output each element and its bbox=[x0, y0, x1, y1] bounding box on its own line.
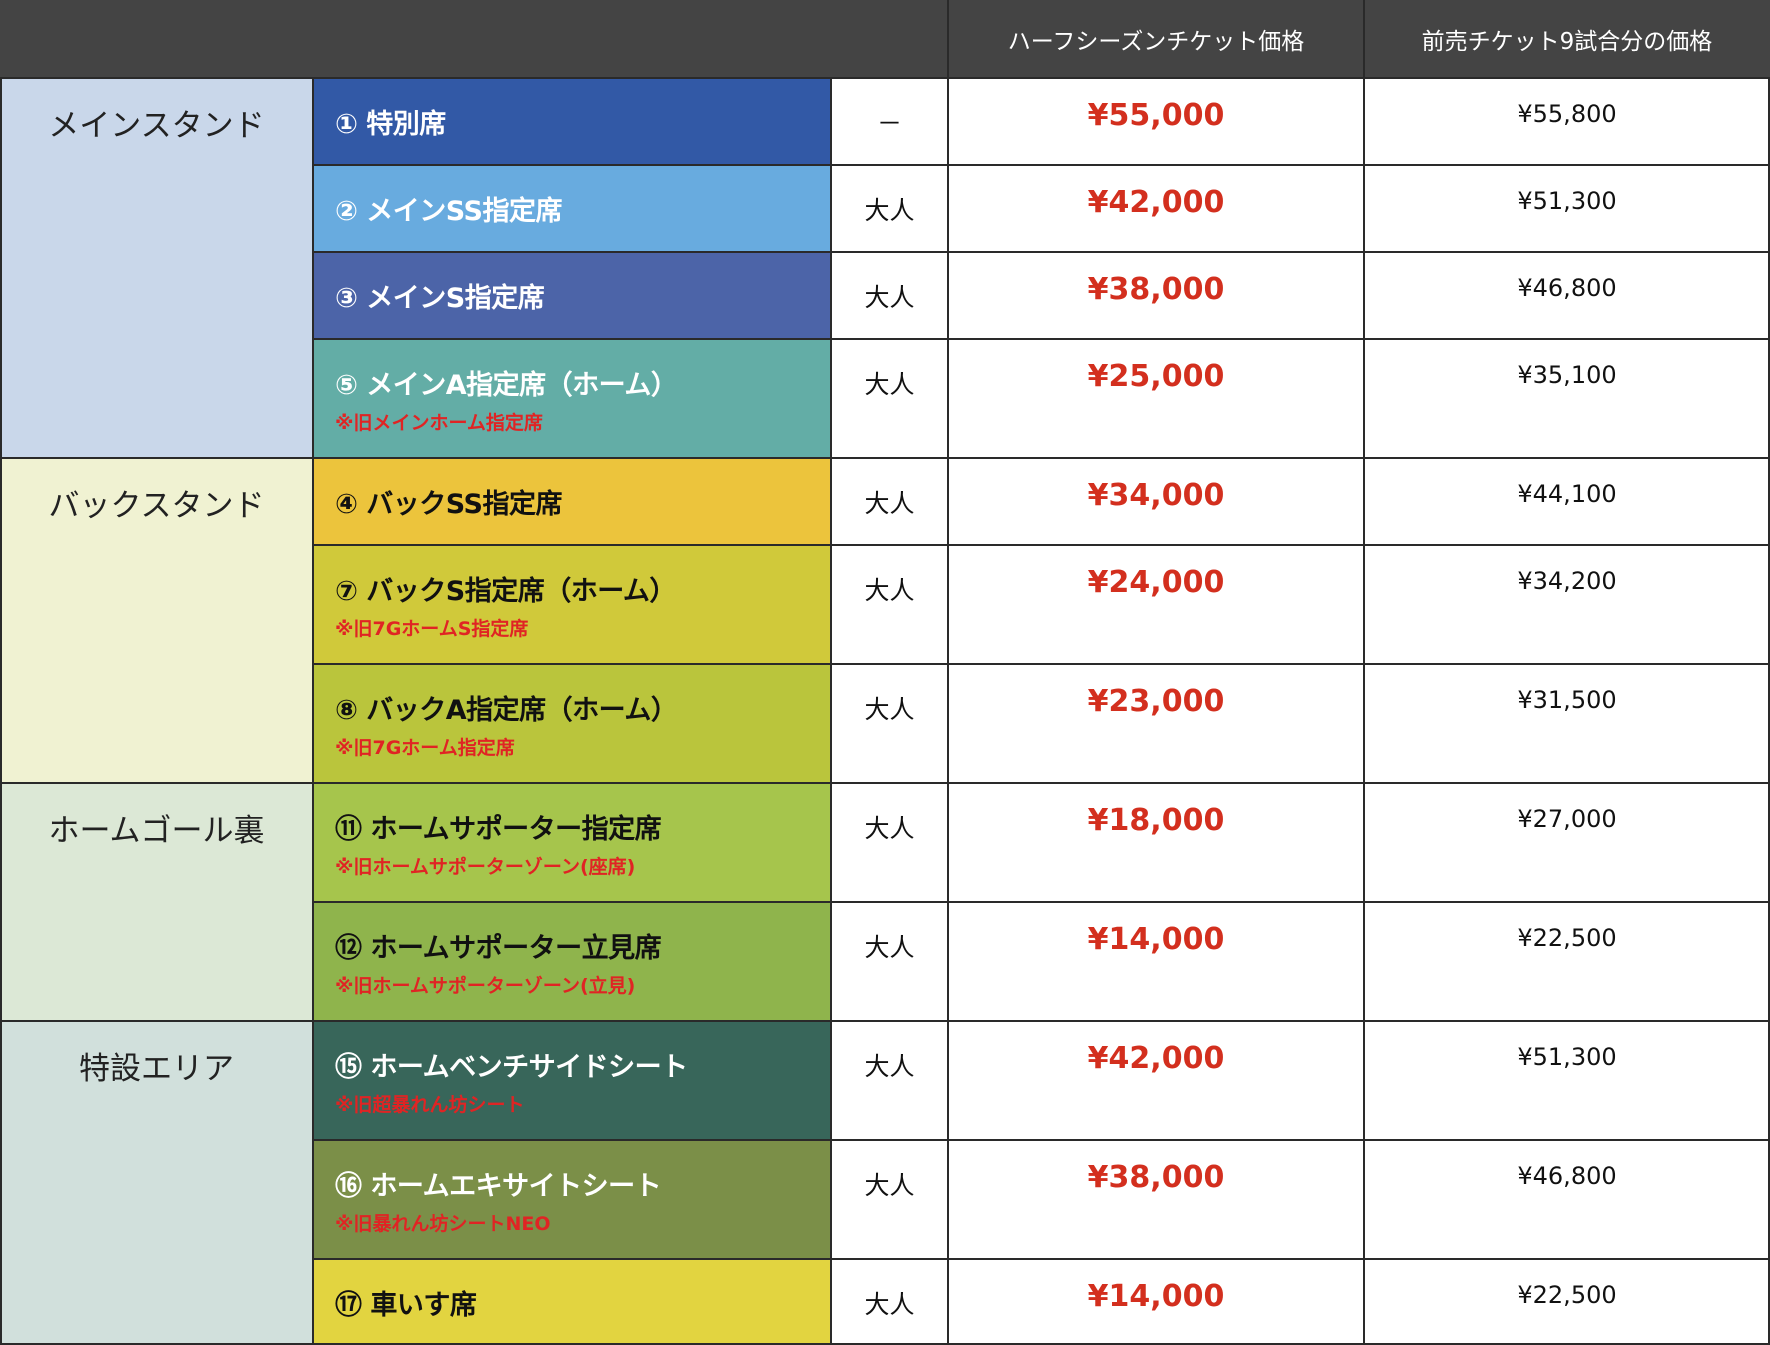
half-season-price: ¥38,000 bbox=[948, 1140, 1364, 1259]
grid-line bbox=[313, 782, 1770, 784]
half-season-price: ¥14,000 bbox=[948, 902, 1364, 1021]
seat-name: ⑦ バックS指定席（ホーム） bbox=[335, 576, 676, 607]
advance-price: ¥51,300 bbox=[1364, 1021, 1770, 1140]
seat-name: ③ メインS指定席 bbox=[335, 283, 545, 314]
age-cell: 大人 bbox=[831, 902, 948, 1021]
category-4: 特設エリア bbox=[0, 1021, 313, 1345]
half-season-price: ¥42,000 bbox=[948, 1021, 1364, 1140]
seat-name: ⑫ ホームサポーター立見席 bbox=[335, 933, 662, 964]
age-cell: 大人 bbox=[831, 545, 948, 664]
age-cell: 大人 bbox=[831, 165, 948, 252]
half-season-price: ¥25,000 bbox=[948, 339, 1364, 458]
half-season-price: ¥23,000 bbox=[948, 664, 1364, 783]
half-season-price: ¥55,000 bbox=[948, 78, 1364, 165]
seat-former-name: ※旧メインホーム指定席 bbox=[335, 412, 543, 434]
age-cell: 大人 bbox=[831, 664, 948, 783]
age-cell: 大人 bbox=[831, 458, 948, 545]
half-season-price: ¥38,000 bbox=[948, 252, 1364, 339]
grid-line bbox=[947, 78, 949, 1345]
header-advance: 前売チケット9試合分の価格 bbox=[1364, 0, 1770, 78]
grid-line bbox=[0, 457, 313, 459]
seat-cell: ⑫ ホームサポーター立見席 ※旧ホームサポーターゾーン(立見) bbox=[313, 902, 831, 1021]
seat-cell: ⑧ バックA指定席（ホーム） ※旧7Gホーム指定席 bbox=[313, 664, 831, 783]
seat-former-name: ※旧7Gホーム指定席 bbox=[335, 737, 515, 759]
advance-price: ¥27,000 bbox=[1364, 783, 1770, 902]
seat-cell: ⑪ ホームサポーター指定席 ※旧ホームサポーターゾーン(座席) bbox=[313, 783, 831, 902]
half-season-price: ¥34,000 bbox=[948, 458, 1364, 545]
advance-price: ¥46,800 bbox=[1364, 252, 1770, 339]
seat-name: ④ バックSS指定席 bbox=[335, 489, 562, 520]
grid-line bbox=[313, 1258, 1770, 1260]
seat-name: ⑮ ホームベンチサイドシート bbox=[335, 1052, 688, 1083]
category-2: バックスタンド bbox=[0, 458, 313, 783]
grid-line bbox=[313, 1139, 1770, 1141]
seat-cell: ④ バックSS指定席 bbox=[313, 458, 831, 545]
half-season-price: ¥42,000 bbox=[948, 165, 1364, 252]
advance-price: ¥46,800 bbox=[1364, 1140, 1770, 1259]
seat-former-name: ※旧ホームサポーターゾーン(立見) bbox=[335, 975, 636, 997]
seat-cell: ⑯ ホームエキサイトシート ※旧暴れん坊シートNEO bbox=[313, 1140, 831, 1259]
age-cell: 大人 bbox=[831, 1021, 948, 1140]
advance-price: ¥44,100 bbox=[1364, 458, 1770, 545]
advance-price: ¥35,100 bbox=[1364, 339, 1770, 458]
advance-price: ¥22,500 bbox=[1364, 902, 1770, 1021]
grid-line bbox=[313, 338, 1770, 340]
header-blank bbox=[0, 0, 948, 78]
grid-line bbox=[313, 164, 1770, 166]
seat-former-name: ※旧ホームサポーターゾーン(座席) bbox=[335, 856, 636, 878]
advance-price: ¥22,500 bbox=[1364, 1259, 1770, 1345]
age-cell: 大人 bbox=[831, 339, 948, 458]
grid-line bbox=[0, 77, 313, 79]
category-3: ホームゴール裏 bbox=[0, 783, 313, 1021]
age-cell: 大人 bbox=[831, 783, 948, 902]
seat-cell: ⑦ バックS指定席（ホーム） ※旧7GホームS指定席 bbox=[313, 545, 831, 664]
seat-name: ⑪ ホームサポーター指定席 bbox=[335, 814, 662, 845]
grid-line bbox=[313, 77, 1770, 79]
seat-cell: ⑮ ホームベンチサイドシート ※旧超暴れん坊シート bbox=[313, 1021, 831, 1140]
seat-name: ① 特別席 bbox=[335, 109, 446, 140]
grid-line bbox=[313, 457, 1770, 459]
seat-cell: ① 特別席 bbox=[313, 78, 831, 165]
grid-line bbox=[313, 901, 1770, 903]
age-cell: － bbox=[831, 78, 948, 165]
category-1: メインスタンド bbox=[0, 78, 313, 458]
seat-name: ⑰ 車いす席 bbox=[335, 1290, 477, 1321]
seat-name: ⑯ ホームエキサイトシート bbox=[335, 1171, 662, 1202]
advance-price: ¥51,300 bbox=[1364, 165, 1770, 252]
seat-name: ⑤ メインA指定席（ホーム） bbox=[335, 370, 678, 401]
grid-line bbox=[312, 78, 314, 1345]
header-half-season: ハーフシーズンチケット価格 bbox=[948, 0, 1364, 78]
advance-price: ¥55,800 bbox=[1364, 78, 1770, 165]
grid-line bbox=[313, 663, 1770, 665]
age-cell: 大人 bbox=[831, 252, 948, 339]
grid-line bbox=[947, 0, 949, 78]
grid-line bbox=[0, 1020, 313, 1022]
seat-former-name: ※旧暴れん坊シートNEO bbox=[335, 1213, 551, 1235]
grid-line bbox=[313, 251, 1770, 253]
advance-price: ¥31,500 bbox=[1364, 664, 1770, 783]
seat-cell: ② メインSS指定席 bbox=[313, 165, 831, 252]
ticket-price-table: ハーフシーズンチケット価格 前売チケット9試合分の価格 メインスタンド バックスタ… bbox=[0, 0, 1770, 1345]
grid-line bbox=[0, 782, 313, 784]
advance-price: ¥34,200 bbox=[1364, 545, 1770, 664]
grid-line bbox=[1363, 78, 1365, 1345]
grid-line bbox=[0, 78, 2, 1345]
age-cell: 大人 bbox=[831, 1140, 948, 1259]
seat-name: ② メインSS指定席 bbox=[335, 196, 562, 227]
grid-line bbox=[830, 78, 832, 1345]
age-cell: 大人 bbox=[831, 1259, 948, 1345]
seat-name: ⑧ バックA指定席（ホーム） bbox=[335, 695, 678, 726]
seat-former-name: ※旧7GホームS指定席 bbox=[335, 618, 529, 640]
half-season-price: ¥18,000 bbox=[948, 783, 1364, 902]
half-season-price: ¥14,000 bbox=[948, 1259, 1364, 1345]
grid-line bbox=[313, 1020, 1770, 1022]
seat-cell: ⑰ 車いす席 bbox=[313, 1259, 831, 1345]
half-season-price: ¥24,000 bbox=[948, 545, 1364, 664]
seat-cell: ③ メインS指定席 bbox=[313, 252, 831, 339]
grid-line bbox=[313, 544, 1770, 546]
seat-cell: ⑤ メインA指定席（ホーム） ※旧メインホーム指定席 bbox=[313, 339, 831, 458]
seat-former-name: ※旧超暴れん坊シート bbox=[335, 1094, 525, 1116]
grid-line bbox=[1363, 0, 1365, 78]
